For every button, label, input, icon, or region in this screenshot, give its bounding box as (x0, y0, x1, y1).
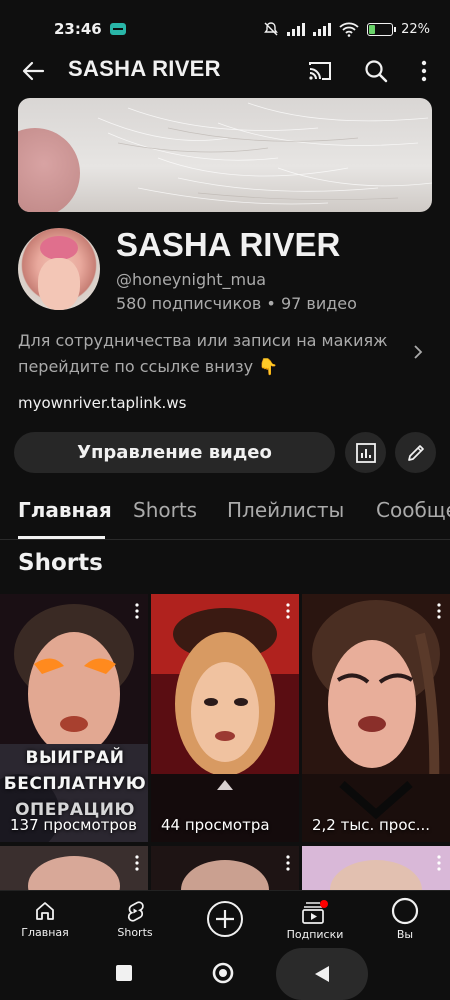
tab-community[interactable]: Сообщество (376, 498, 450, 522)
channel-name: SASHA RIVER (116, 226, 341, 263)
more-vert-icon[interactable] (410, 57, 438, 85)
short-overlay-line: БЕСПЛАТНУЮ (3, 774, 147, 794)
short-thumbnail (302, 594, 450, 842)
tab-active-indicator (18, 536, 105, 539)
battery-icon (367, 22, 397, 36)
short-overlay-line: ВЫИГРАЙ (25, 748, 125, 768)
nav-label: Shorts (117, 926, 153, 939)
battery-percent: 22% (401, 21, 430, 37)
nav-label: Вы (396, 928, 414, 941)
tab-home[interactable]: Главная (18, 498, 112, 522)
nav-label: Подписки (286, 928, 344, 941)
back-triangle-icon (315, 966, 329, 982)
shorts-icon (127, 901, 144, 922)
short-thumbnail (151, 594, 299, 842)
channel-stats: 580 подписчиков • 97 видео (116, 294, 357, 313)
more-vert-icon[interactable] (132, 854, 142, 872)
nav-shorts[interactable]: Shorts (90, 891, 180, 947)
edit-pencil-icon (407, 444, 424, 461)
system-navigation (0, 946, 450, 1000)
channel-description[interactable]: Для сотрудничества или записи на макияж … (18, 328, 398, 380)
app-notification-icon (109, 23, 126, 35)
home-icon (36, 902, 54, 920)
app-bar-title: SASHA RIVER (68, 56, 221, 81)
search-icon[interactable] (362, 57, 390, 85)
more-vert-icon[interactable] (434, 602, 444, 620)
home-circle-icon[interactable] (212, 962, 234, 984)
section-title-shorts: Shorts (18, 550, 103, 576)
mute-icon (264, 22, 278, 36)
signal-icon (287, 22, 306, 36)
back-arrow-icon[interactable] (18, 56, 48, 86)
short-card[interactable]: 44 просмотра (151, 594, 299, 842)
short-thumbnail (151, 846, 299, 890)
nav-home[interactable]: Главная (0, 891, 90, 947)
channel-avatar[interactable] (18, 228, 100, 310)
tab-playlists[interactable]: Плейлисты (227, 498, 344, 522)
bottom-navigation: Главная Shorts Подписки Вы (0, 890, 450, 946)
short-card[interactable] (151, 846, 299, 890)
wifi-icon (339, 22, 359, 37)
more-vert-icon[interactable] (283, 602, 293, 620)
short-views: 137 просмотров (10, 816, 137, 834)
back-button-pill[interactable] (276, 948, 368, 1000)
analytics-icon (355, 442, 376, 463)
cast-icon[interactable] (306, 57, 334, 85)
status-icons: 22% (263, 21, 430, 37)
you-avatar-icon (391, 897, 419, 925)
status-time: 23:46 (54, 20, 102, 38)
channel-link[interactable]: myownriver.taplink.ws (18, 394, 186, 412)
subscriptions-icon (302, 900, 328, 924)
short-card[interactable] (0, 846, 148, 890)
nav-subscriptions[interactable]: Подписки (270, 891, 360, 947)
short-card[interactable]: ВЫИГРАЙ БЕСПЛАТНУЮ ОПЕРАЦИЮ 137 просмотр… (0, 594, 148, 842)
signal-icon (313, 22, 332, 36)
channel-tabs: Главная Shorts Плейлисты Сообщество (0, 486, 450, 540)
banner-fur-texture (97, 102, 432, 205)
analytics-button[interactable] (345, 432, 386, 473)
nav-you[interactable]: Вы (360, 891, 450, 947)
short-thumbnail (0, 846, 148, 890)
channel-handle: @honeynight_mua (116, 270, 267, 289)
manage-videos-button[interactable]: Управление видео (14, 432, 335, 473)
short-views: 44 просмотра (161, 816, 270, 834)
tab-shorts[interactable]: Shorts (133, 498, 197, 522)
short-views: 2,2 тыс. прос... (312, 816, 431, 834)
short-card[interactable]: 2,2 тыс. прос... (302, 594, 450, 842)
channel-banner (18, 98, 432, 212)
app-bar: SASHA RIVER (0, 50, 450, 92)
recents-square-icon[interactable] (115, 964, 133, 982)
edit-button[interactable] (395, 432, 436, 473)
nav-create[interactable] (180, 891, 270, 947)
create-plus-icon (207, 901, 243, 937)
more-vert-icon[interactable] (283, 854, 293, 872)
chevron-right-icon[interactable] (408, 342, 428, 362)
more-vert-icon[interactable] (434, 854, 444, 872)
short-thumbnail (302, 846, 450, 890)
short-card[interactable] (302, 846, 450, 890)
nav-label: Главная (21, 926, 69, 939)
more-vert-icon[interactable] (132, 602, 142, 620)
